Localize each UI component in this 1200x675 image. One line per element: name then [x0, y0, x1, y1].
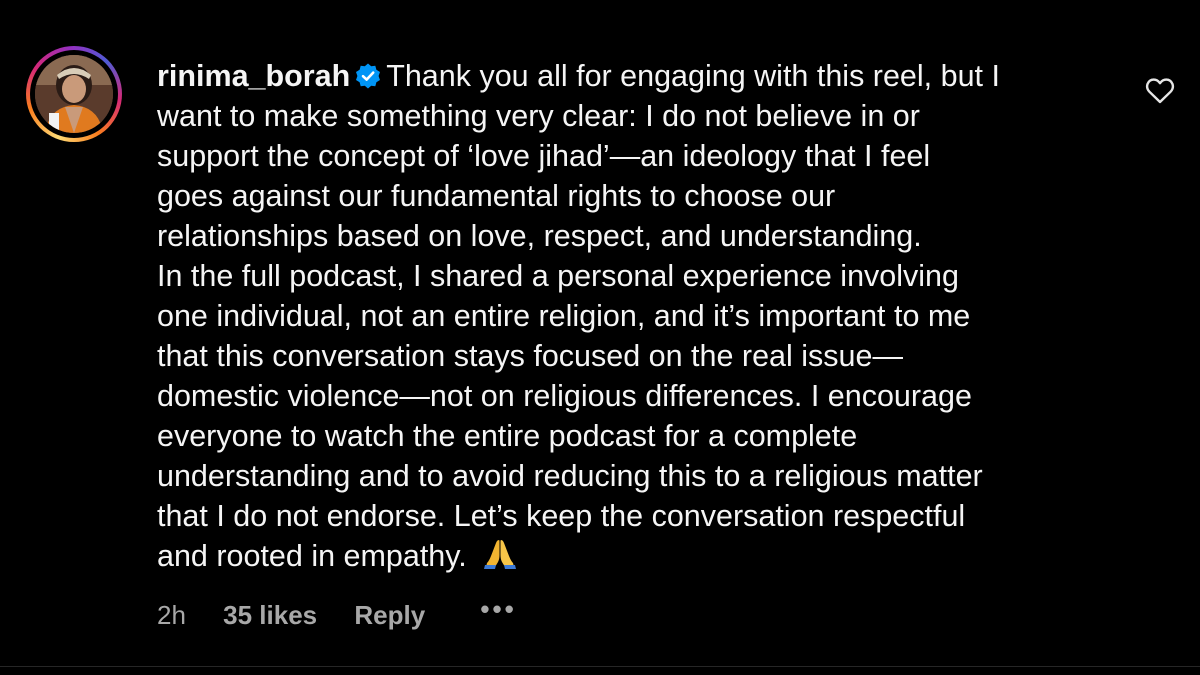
comment-text-line: one individual, not an entire religion, …	[157, 299, 971, 333]
avatar-image	[35, 55, 113, 133]
timestamp: 2h	[157, 600, 186, 631]
comment-text-line: goes against our fundamental rights to c…	[157, 179, 836, 213]
story-ring[interactable]	[26, 46, 122, 142]
comment-text-line: Thank you all for engaging with this ree…	[386, 59, 1000, 93]
reply-button[interactable]: Reply	[354, 598, 425, 632]
folded-hands-emoji-icon	[483, 540, 516, 569]
avatar-gap	[30, 50, 118, 138]
comment-meta: 2h 35 likes Reply •••	[157, 594, 517, 632]
comment-text: rinima_borah Thank you all for engaging w…	[157, 56, 1117, 576]
verified-badge-icon	[356, 63, 381, 89]
comment-text-line: and rooted in empathy.	[157, 539, 467, 573]
comment-text-line: In the full podcast, I shared a personal…	[157, 259, 959, 293]
comment-text-line: want to make something very clear: I do …	[157, 99, 920, 133]
divider	[0, 666, 1200, 667]
comment-text-line: support the concept of ‘love jihad’—an i…	[157, 139, 931, 173]
comment-text-line: everyone to watch the entire podcast for…	[157, 419, 858, 453]
comment-text-line: that I do not endorse. Let’s keep the co…	[157, 499, 966, 533]
comment-text-line: understanding and to avoid reducing this…	[157, 459, 983, 493]
comment-text-line: domestic violence—not on religious diffe…	[157, 379, 972, 413]
likes-count[interactable]: 35 likes	[223, 598, 317, 632]
comment-item: rinima_borah Thank you all for engaging w…	[0, 0, 1200, 675]
comment-text-line: relationships based on love, respect, an…	[157, 219, 922, 253]
comment-text-line: that this conversation stays focused on …	[157, 339, 903, 373]
comment-line-last: and rooted in empathy.	[157, 536, 1117, 576]
more-options-button[interactable]: •••	[480, 592, 516, 626]
avatar[interactable]	[35, 55, 113, 133]
heart-outline-icon[interactable]	[1145, 76, 1175, 106]
comment-line-1: rinima_borah Thank you all for engaging w…	[157, 56, 1117, 96]
username[interactable]: rinima_borah	[157, 59, 350, 93]
